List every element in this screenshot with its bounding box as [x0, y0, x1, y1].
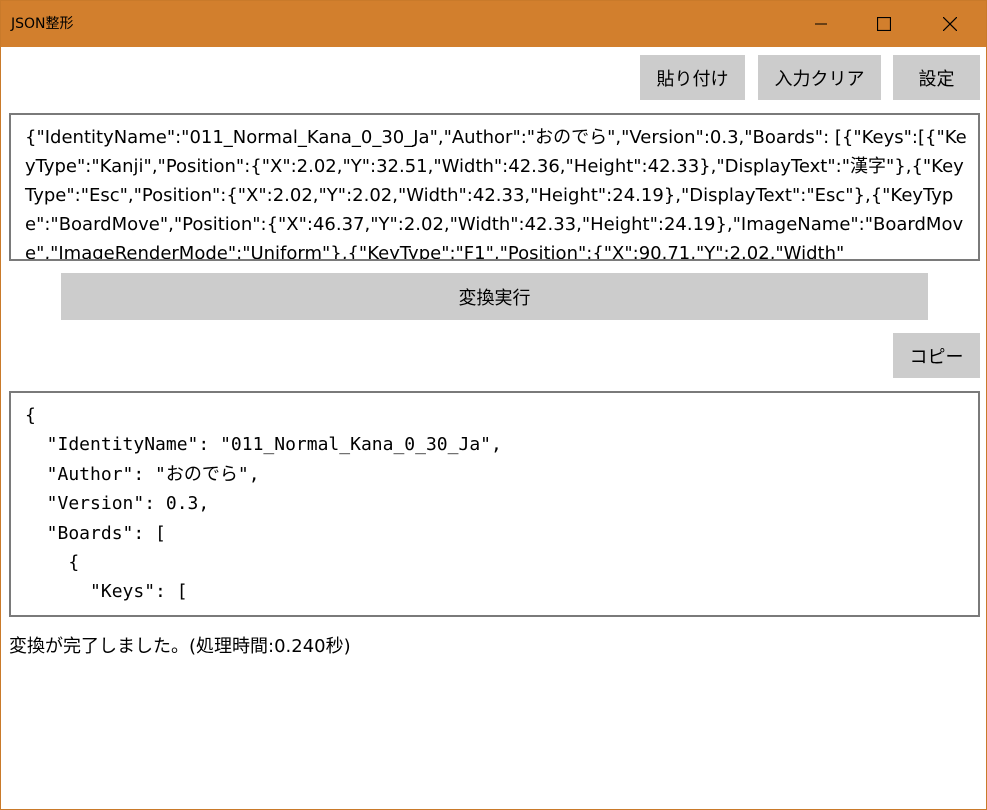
copy-button[interactable]: コピー: [893, 333, 980, 378]
json-input-value: {"IdentityName":"011_Normal_Kana_0_30_Ja…: [25, 127, 967, 261]
json-output-value: { "IdentityName": "011_Normal_Kana_0_30_…: [25, 405, 502, 603]
maximize-icon: [877, 17, 891, 31]
status-message: 変換が完了しました。(処理時間:0.240秒): [9, 636, 351, 657]
minimize-button[interactable]: [798, 1, 844, 47]
window-title: JSON整形: [11, 16, 74, 32]
title-bar[interactable]: JSON整形: [1, 1, 986, 47]
close-button[interactable]: [927, 1, 973, 47]
maximize-button[interactable]: [861, 1, 907, 47]
convert-button[interactable]: 変換実行: [61, 273, 928, 320]
close-icon: [943, 17, 957, 31]
minimize-icon: [815, 18, 827, 30]
json-input-textarea[interactable]: {"IdentityName":"011_Normal_Kana_0_30_Ja…: [9, 113, 980, 261]
clear-input-button[interactable]: 入力クリア: [758, 55, 881, 100]
app-window: JSON整形 貼り付け 入力クリア 設定 {"IdentityName":"01…: [0, 0, 987, 810]
settings-button[interactable]: 設定: [893, 55, 980, 100]
json-output-textarea[interactable]: { "IdentityName": "011_Normal_Kana_0_30_…: [9, 391, 980, 617]
paste-button[interactable]: 貼り付け: [640, 55, 745, 100]
